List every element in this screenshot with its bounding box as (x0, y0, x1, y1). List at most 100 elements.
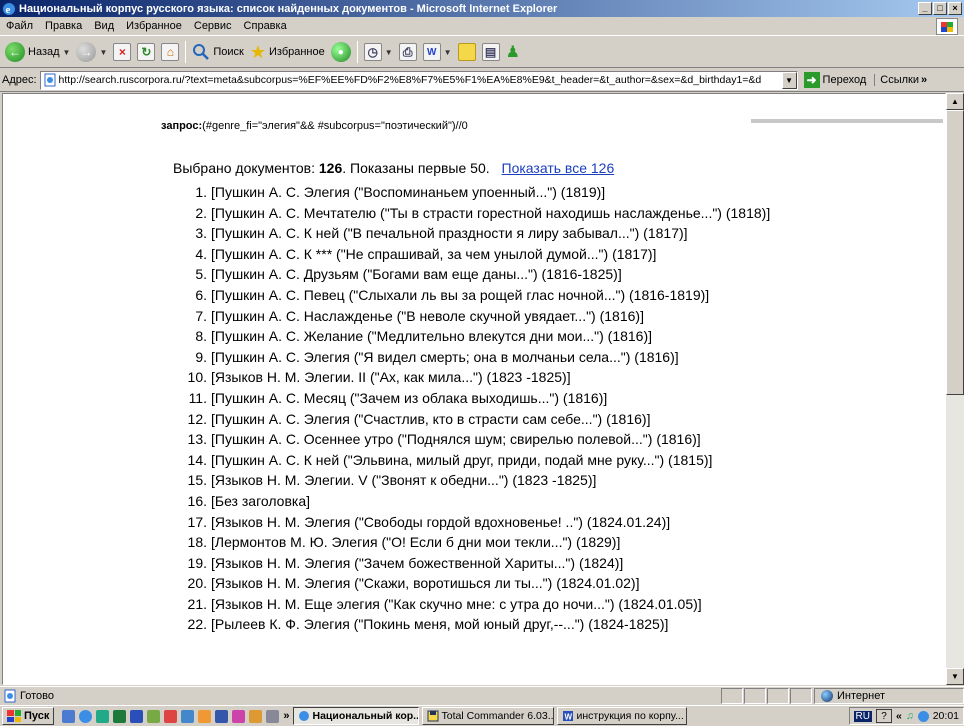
task-ie[interactable]: Национальный кор... (292, 707, 419, 725)
favorites-button[interactable]: ★ Избранное (247, 39, 328, 65)
stop-button[interactable]: × (110, 39, 134, 65)
menu-tools[interactable]: Сервис (188, 20, 238, 32)
document-list-item[interactable]: 14. [Пушкин А. С. К ней ("Эльвина, милый … (173, 450, 773, 471)
page-done-icon (4, 689, 16, 703)
app-icon[interactable] (147, 709, 161, 723)
menu-help[interactable]: Справка (238, 20, 293, 32)
refresh-button[interactable]: ↻ (134, 39, 158, 65)
title-bar: e Национальный корпус русского языка: сп… (0, 0, 964, 17)
history-button[interactable]: ◷ ▼ (361, 39, 396, 65)
close-button[interactable]: × (948, 2, 962, 15)
app-icon[interactable] (198, 709, 212, 723)
maximize-button[interactable]: □ (933, 2, 947, 15)
media-icon: ● (330, 42, 351, 62)
document-list-item[interactable]: 22. [Рылеев К. Ф. Элегия ("Покинь меня, м… (173, 614, 773, 635)
links-label: Ссылки (880, 74, 919, 86)
document-list-item[interactable]: 20. [Языков Н. М. Элегия ("Скажи, воротиш… (173, 573, 773, 594)
search-button[interactable]: Поиск (189, 39, 246, 65)
network-icon[interactable] (917, 710, 929, 722)
document-list-item[interactable]: 13. [Пушкин А. С. Осеннее утро ("Поднялся… (173, 429, 773, 450)
folder-button[interactable] (455, 39, 479, 65)
edit-button[interactable]: W ▼ (420, 39, 455, 65)
menu-file[interactable]: Файл (0, 20, 39, 32)
go-button[interactable]: ➜ Переход (803, 72, 867, 88)
address-input[interactable]: http://search.ruscorpora.ru/?text=meta&s… (39, 70, 798, 90)
menu-edit[interactable]: Правка (39, 20, 88, 32)
address-dropdown-icon[interactable]: ▼ (781, 71, 797, 89)
task-total-commander[interactable]: Total Commander 6.03... (421, 707, 554, 725)
document-number: 11. (188, 389, 207, 406)
document-list-item[interactable]: 11. [Пушкин А. С. Месяц ("Зачем из облака… (173, 388, 773, 409)
document-number: 18. (187, 534, 207, 551)
document-list-item[interactable]: 16. [Без заголовка] (173, 491, 773, 512)
go-label: Переход (822, 74, 867, 86)
document-list-item[interactable]: 12. [Пушкин А. С. Элегия ("Счастлив, кто … (173, 409, 773, 430)
document-list-item[interactable]: 5. [Пушкин А. С. Друзьям ("Богами вам еще… (173, 264, 773, 285)
history-dropdown-icon[interactable]: ▼ (385, 48, 393, 57)
back-arrow-icon: ← (5, 42, 25, 62)
document-number: 19. (187, 554, 207, 571)
menu-view[interactable]: Вид (88, 20, 120, 32)
document-list-item[interactable]: 6. [Пушкин А. С. Певец ("Слыхали ль вы за… (173, 285, 773, 306)
refresh-icon: ↻ (137, 43, 156, 61)
document-number: 6. (195, 286, 207, 303)
word-icon[interactable] (130, 709, 144, 723)
app-icon[interactable] (164, 709, 178, 723)
back-button[interactable]: ← Назад ▼ (2, 39, 73, 65)
ie-icon[interactable] (79, 709, 93, 723)
document-list-item[interactable]: 9. [Пушкин А. С. Элегия ("Я видел смерть;… (173, 347, 773, 368)
show-all-link[interactable]: Показать все 126 (502, 160, 615, 176)
document-list-item[interactable]: 4. [Пушкин А. С. К *** ("Не спрашивай, за… (173, 244, 773, 265)
language-indicator[interactable]: RU (853, 710, 872, 722)
document-list-item[interactable]: 7. [Пушкин А. С. Наслажденье ("В неволе с… (173, 306, 773, 327)
document-list-item[interactable]: 3. [Пушкин А. С. К ней ("В печальной праз… (173, 223, 773, 244)
document-list-item[interactable]: 8. [Пушкин А. С. Желание ("Медлительно вл… (173, 326, 773, 347)
messenger-button[interactable]: ♟ (503, 39, 523, 65)
app-icon[interactable] (181, 709, 195, 723)
forward-dropdown-icon[interactable]: ▼ (99, 48, 107, 57)
desktop-icon[interactable] (62, 709, 76, 723)
edit-dropdown-icon[interactable]: ▼ (444, 48, 452, 57)
document-title: [Языков Н. М. Элегия ("Свободы гордой вд… (211, 513, 671, 530)
document-list-item[interactable]: 2. [Пушкин А. С. Мечтателю ("Ты в страсти… (173, 203, 773, 224)
print-icon: ⎙ (398, 43, 417, 61)
document-list-item[interactable]: 15. [Языков Н. М. Элегии. V ("Звонят к об… (173, 470, 773, 491)
status-panel (721, 688, 743, 704)
app-icon[interactable] (232, 709, 246, 723)
research-button[interactable]: ▤ (479, 39, 503, 65)
help-icon[interactable]: ? (876, 709, 892, 723)
scroll-up-icon[interactable]: ▲ (946, 93, 964, 110)
document-list-item[interactable]: 17. [Языков Н. М. Элегия ("Свободы гордой… (173, 512, 773, 533)
forward-button[interactable]: → ▼ (73, 39, 110, 65)
vertical-scrollbar[interactable]: ▲ ▼ (946, 93, 964, 685)
links-button[interactable]: Ссылки » (874, 74, 927, 86)
document-list-item[interactable]: 19. [Языков Н. М. Элегия ("Зачем божестве… (173, 553, 773, 574)
document-list-item[interactable]: 1. [Пушкин А. С. Элегия ("Воспоминаньем у… (173, 182, 773, 203)
back-dropdown-icon[interactable]: ▼ (63, 48, 71, 57)
app-icon[interactable] (266, 709, 280, 723)
document-number: 8. (195, 328, 207, 345)
document-list-item[interactable]: 18. [Лермонтов М. Ю. Элегия ("О! Если б д… (173, 532, 773, 553)
status-bar: Готово Интернет (0, 686, 964, 705)
minimize-button[interactable]: _ (918, 2, 932, 15)
save-icon[interactable] (215, 709, 229, 723)
start-button[interactable]: Пуск (2, 707, 55, 725)
document-number: 10. (187, 369, 207, 386)
mail-icon[interactable] (96, 709, 110, 723)
menu-favorites[interactable]: Избранное (120, 20, 188, 32)
print-button[interactable]: ⎙ (396, 39, 420, 65)
quick-launch-more-icon[interactable]: » (283, 710, 289, 722)
excel-icon[interactable] (113, 709, 127, 723)
app-icon[interactable] (249, 709, 263, 723)
task-word-document[interactable]: W инструкция по корпу... (556, 707, 687, 725)
scroll-down-icon[interactable]: ▼ (946, 668, 964, 685)
volume-icon[interactable]: ♫ (906, 710, 914, 722)
document-number: 20. (187, 575, 207, 592)
document-list-item[interactable]: 21. [Языков Н. М. Еще элегия ("Как скучно… (173, 594, 773, 615)
document-list-item[interactable]: 10. [Языков Н. М. Элегии. II ("Ах, как ми… (173, 367, 773, 388)
scroll-thumb[interactable] (946, 110, 964, 395)
media-button[interactable]: ● (328, 39, 354, 65)
home-button[interactable]: ⌂ (158, 39, 182, 65)
home-icon: ⌂ (161, 43, 180, 61)
tray-expand-icon[interactable]: « (896, 710, 902, 722)
